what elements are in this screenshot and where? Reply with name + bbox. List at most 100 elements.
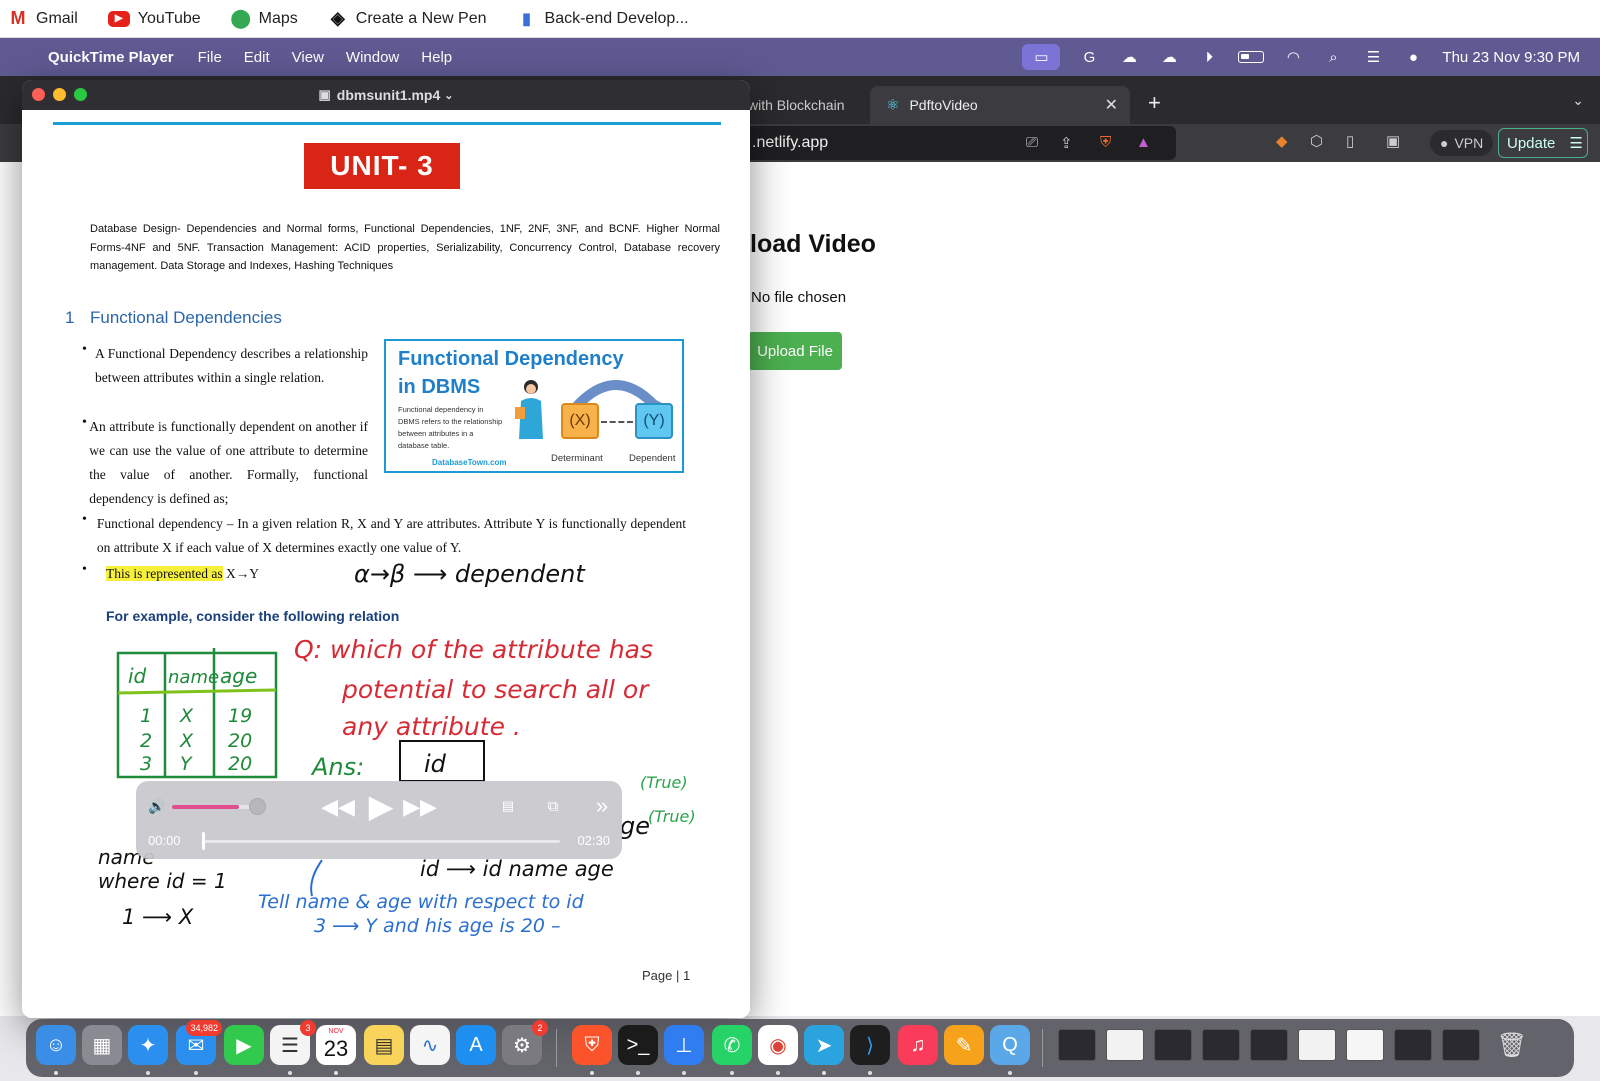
play-icon[interactable]: ▶	[364, 787, 398, 825]
minimized-window-thumbnail[interactable]	[1298, 1029, 1336, 1061]
menu-window[interactable]: Window	[346, 49, 399, 66]
reminders-icon[interactable]: ☰ 3	[270, 1020, 316, 1065]
spotlight-icon[interactable]: ⌕	[1322, 46, 1344, 68]
mail-icon[interactable]: ✉ 34,982	[176, 1020, 222, 1065]
dock-separator	[1042, 1029, 1043, 1067]
calendar-icon[interactable]: NOV 23	[316, 1025, 356, 1065]
chevron-down-icon[interactable]: ⌄	[444, 89, 453, 102]
minimized-window-thumbnail[interactable]	[1442, 1029, 1480, 1061]
minimized-window-thumbnail[interactable]	[1394, 1029, 1432, 1061]
more-icon[interactable]: »	[590, 793, 614, 819]
youtube-icon: ▶	[107, 10, 130, 27]
facetime-icon[interactable]: ▶	[224, 1025, 264, 1065]
pages-icon[interactable]: ✎	[944, 1025, 984, 1065]
notes-icon[interactable]: ▤	[364, 1025, 404, 1065]
safari-icon[interactable]: ✦	[128, 1025, 168, 1065]
minimized-window-thumbnail[interactable]	[1106, 1029, 1144, 1061]
minimized-window-thumbnail[interactable]	[1250, 1029, 1288, 1061]
update-button[interactable]: Update ☰	[1498, 128, 1588, 158]
control-center-icon[interactable]: ☰	[1362, 46, 1384, 68]
telegram-icon[interactable]: ➤	[804, 1025, 844, 1065]
menu-view[interactable]: View	[292, 49, 324, 66]
file-status[interactable]: No file chosen	[751, 289, 846, 306]
siri-icon[interactable]: ●	[1402, 46, 1424, 68]
minimize-window-button[interactable]	[53, 88, 66, 101]
playhead[interactable]	[202, 832, 205, 850]
freeform-icon[interactable]: ∿	[410, 1025, 450, 1065]
volume-slider[interactable]	[172, 805, 256, 809]
vscode-icon[interactable]: ⟩	[850, 1025, 890, 1065]
screen-share-icon[interactable]: ▭	[1022, 44, 1061, 70]
system-settings-icon[interactable]: ⚙ 2	[502, 1020, 548, 1065]
quicktime-icon[interactable]: Q	[990, 1025, 1030, 1065]
tab-pdftovideo[interactable]: ⚛ PdftoVideo ✕	[870, 86, 1130, 124]
question-line-2: potential to search all or	[341, 675, 650, 704]
rewards-icon[interactable]: ▲	[1136, 134, 1151, 151]
wallet-icon[interactable]: ▣	[1386, 132, 1400, 150]
tab-blockchain[interactable]: with Blockchain	[748, 86, 845, 124]
cloud-icon[interactable]: ☁	[1118, 46, 1140, 68]
play-circle-icon[interactable]: ⏵	[1198, 46, 1220, 68]
picture-in-picture-icon[interactable]: ⧉	[540, 795, 566, 817]
subtitles-icon[interactable]: ▤	[496, 795, 520, 817]
minimized-window-thumbnail[interactable]	[1154, 1029, 1192, 1061]
menu-datetime[interactable]: Thu 23 Nov 9:30 PM	[1442, 49, 1580, 66]
menu-file[interactable]: File	[198, 49, 222, 66]
menu-app-name[interactable]: QuickTime Player	[48, 49, 174, 66]
bookmark-youtube[interactable]: ▶ YouTube	[107, 10, 201, 28]
ge-fragment: ge	[620, 812, 650, 840]
new-tab-icon[interactable]: +	[1148, 90, 1161, 116]
player-controls: 🔊 ◀◀ ▶ ▶▶ ▤ ⧉ » 00:00 02:30	[136, 781, 622, 859]
minimized-window-thumbnail[interactable]	[1202, 1029, 1240, 1061]
bookmark-codepen[interactable]: ◈ Create a New Pen	[328, 8, 487, 28]
vpn-button[interactable]: ● VPN	[1430, 130, 1494, 156]
music-icon[interactable]: ♫	[898, 1025, 938, 1065]
minimized-window-thumbnail[interactable]	[1346, 1029, 1384, 1061]
upload-file-button[interactable]: Upload File	[748, 332, 842, 370]
close-window-button[interactable]	[32, 88, 45, 101]
bookmark-backend[interactable]: ▮ Back-end Develop...	[517, 9, 689, 28]
bookmark-maps[interactable]: ⬤ Maps	[231, 8, 298, 28]
minimized-window-thumbnail[interactable]	[1058, 1029, 1096, 1061]
launchpad-icon[interactable]: ▦	[82, 1025, 122, 1065]
fast-forward-icon[interactable]: ▶▶	[403, 793, 437, 821]
menu-edit[interactable]: Edit	[244, 49, 270, 66]
keynote-icon[interactable]: ⊥	[664, 1025, 704, 1065]
address-bar[interactable]: .netlify.app ⎚ ⇪ ⛨ ▲	[740, 126, 1176, 160]
chrome-icon[interactable]: ◉	[758, 1025, 798, 1065]
brave-icon[interactable]: ⛨	[572, 1025, 612, 1065]
app-store-icon[interactable]: A	[456, 1025, 496, 1065]
arrow-note: α→β ⟶ dependent	[354, 560, 586, 588]
seek-bar[interactable]	[204, 840, 560, 843]
trash-icon[interactable]: 🗑	[1492, 1025, 1532, 1065]
quicktime-titlebar[interactable]: ▣ dbmsunit1.mp4 ⌄	[22, 80, 750, 110]
menu-help[interactable]: Help	[421, 49, 452, 66]
close-tab-icon[interactable]: ✕	[1105, 95, 1118, 115]
volume-knob[interactable]	[249, 798, 266, 815]
wifi-icon[interactable]: ◠	[1282, 46, 1304, 68]
bookmark-label: Back-end Develop...	[544, 9, 689, 27]
grammarly-icon[interactable]: G	[1078, 46, 1100, 68]
extensions-icon[interactable]: ⬡	[1310, 132, 1323, 150]
cast-icon[interactable]: ⎚	[1026, 134, 1038, 151]
terminal-icon[interactable]: >_	[618, 1025, 658, 1065]
window-title[interactable]: dbmsunit1.mp4	[337, 87, 440, 103]
table-cell: 1	[140, 705, 152, 727]
chevron-down-icon[interactable]: ⌄	[1572, 92, 1584, 109]
table-header-name: name	[168, 667, 219, 688]
sidebar-icon[interactable]: ▯	[1346, 132, 1354, 150]
bookmark-gmail[interactable]: M Gmail	[8, 8, 78, 28]
brave-shield-icon[interactable]: ⛨	[1100, 134, 1111, 151]
finder-icon[interactable]: ☺	[36, 1025, 76, 1065]
volume-icon[interactable]: 🔊	[146, 795, 168, 817]
rewind-icon[interactable]: ◀◀	[321, 793, 355, 821]
zoom-window-button[interactable]	[74, 88, 87, 101]
whatsapp-icon[interactable]: ✆	[712, 1025, 752, 1065]
metamask-icon[interactable]: ◆	[1276, 132, 1288, 150]
weather-icon[interactable]: ☁	[1158, 46, 1180, 68]
video-frame[interactable]: UNIT- 3 Database Design- Dependencies an…	[22, 110, 750, 1018]
codepen-icon: ◈	[330, 8, 345, 28]
table-cell: X	[179, 705, 194, 727]
battery-icon[interactable]	[1238, 51, 1265, 63]
share-icon[interactable]: ⇪	[1060, 134, 1073, 152]
